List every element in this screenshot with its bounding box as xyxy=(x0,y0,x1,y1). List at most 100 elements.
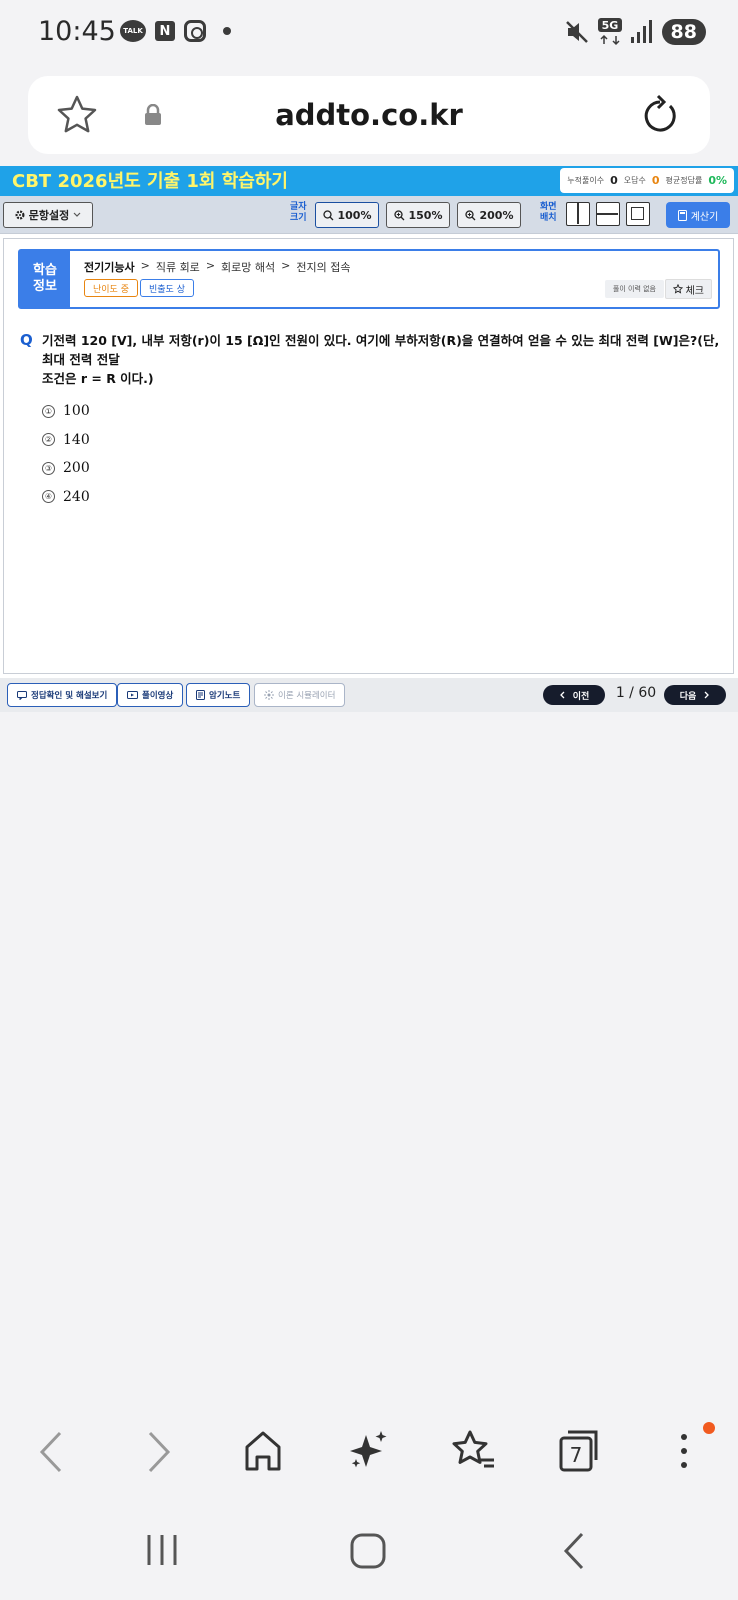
study-info-label-1: 학습 xyxy=(33,263,57,278)
avg-label: 평균정답률 xyxy=(665,176,703,185)
prev-button[interactable]: 이전 xyxy=(543,685,605,705)
solution-video-button[interactable]: 풀이영상 xyxy=(117,683,184,707)
zoom-150-label: 150% xyxy=(408,208,443,222)
check-button[interactable]: 체크 xyxy=(664,279,712,299)
star-icon xyxy=(672,284,683,294)
system-nav-bar xyxy=(0,1505,738,1600)
zoom-in-icon xyxy=(464,209,475,220)
question-settings-button[interactable]: 문항설정 xyxy=(3,202,93,228)
notification-dot-icon xyxy=(703,1422,715,1434)
video-label: 풀이영상 xyxy=(142,691,174,701)
breadcrumb-separator: > xyxy=(140,259,150,272)
page-counter: 1 / 60 xyxy=(615,685,657,701)
comment-icon xyxy=(17,690,27,700)
signal-icon xyxy=(630,20,652,43)
choice-4[interactable]: ④ 240 xyxy=(42,483,90,512)
avg-value: 0% xyxy=(708,174,727,187)
prev-label: 이전 xyxy=(572,691,590,702)
video-icon xyxy=(127,690,138,699)
difficulty-tag: 난이도 중 xyxy=(84,279,138,297)
choice-1[interactable]: ① 100 xyxy=(42,397,90,426)
breadcrumb-separator: > xyxy=(205,259,216,272)
calculator-icon xyxy=(677,209,687,221)
cumulative-value: 0 xyxy=(610,174,618,187)
question-panel: 학습 정보 전기기능사 > 직류 회로 > 회로망 해석 > 전지의 접속 난이도… xyxy=(3,238,734,674)
system-back-icon[interactable] xyxy=(562,1531,586,1571)
frequency-tag: 빈출도 상 xyxy=(140,279,194,297)
simulator-label: 이론 시뮬레이터 xyxy=(278,691,336,701)
network-label: 5G xyxy=(601,19,618,32)
answer-explanation-button[interactable]: 정답확인 및 해설보기 xyxy=(7,683,118,707)
url-bar[interactable]: addto.co.kr xyxy=(28,76,710,154)
battery-indicator: 88 xyxy=(661,19,706,45)
notification-icons: TALK N xyxy=(120,20,231,42)
choice-number: ① xyxy=(42,404,55,418)
bottom-action-bar: 정답확인 및 해설보기 풀이영상 암기노트 이론 시뮬레이터 이전 1 / 60… xyxy=(0,678,738,712)
wrong-label: 오답수 xyxy=(623,176,646,185)
home-button-icon[interactable] xyxy=(350,1533,386,1569)
kakaotalk-icon: TALK xyxy=(120,20,146,42)
choice-number: ④ xyxy=(42,490,55,504)
status-bar: 10:45 TALK N 5G 88 xyxy=(0,0,738,68)
answer-label: 정답확인 및 해설보기 xyxy=(31,691,108,701)
reload-icon[interactable] xyxy=(640,94,680,136)
question-line-2: 조건은 r = R 이다.) xyxy=(42,371,154,386)
toolbar: 문항설정 글자 크기 100% 150% 200% 화면 배치 계산기 xyxy=(0,196,738,234)
study-info-box: 학습 정보 전기기능사 > 직류 회로 > 회로망 해석 > 전지의 접속 난이도… xyxy=(18,249,720,309)
font-size-label-1: 글자 xyxy=(290,202,307,212)
bookmarks-icon[interactable] xyxy=(452,1429,496,1473)
choice-2[interactable]: ② 140 xyxy=(42,426,90,455)
status-time: 10:45 xyxy=(38,16,116,47)
tabs-count: 7 xyxy=(570,1443,583,1467)
url-text[interactable]: addto.co.kr xyxy=(28,98,710,132)
tabs-icon[interactable]: 7 xyxy=(558,1429,600,1473)
instagram-icon xyxy=(184,20,206,42)
system-icons: 5G 88 xyxy=(564,18,706,46)
mute-icon xyxy=(565,21,588,43)
browser-bottom-nav: 7 xyxy=(0,1405,738,1505)
question-text: Q 기전력 120 [V], 내부 저항(r)이 15 [Ω]인 전원이 있다.… xyxy=(20,331,720,388)
cbt-page: CBT 2026년도 기출 1회 학습하기 누적풀이수 0 오답수 0 평균정답… xyxy=(0,166,738,712)
forward-arrow-icon[interactable] xyxy=(144,1429,174,1475)
chevron-right-icon xyxy=(704,691,710,699)
question-marker: Q xyxy=(20,331,33,349)
history-badge: 풀이 이력 없음 xyxy=(604,280,664,298)
zoom-100-button[interactable]: 100% xyxy=(315,202,379,228)
question-line-1: 기전력 120 [V], 내부 저항(r)이 15 [Ω]인 전원이 있다. 여… xyxy=(42,333,720,367)
simulator-icon xyxy=(264,690,274,700)
page-title: CBT 2026년도 기출 1회 학습하기 xyxy=(12,171,288,192)
theory-simulator-button[interactable]: 이론 시뮬레이터 xyxy=(254,683,346,707)
calculator-label: 계산기 xyxy=(690,211,719,223)
breadcrumb-separator: > xyxy=(281,259,291,272)
home-icon[interactable] xyxy=(244,1429,282,1473)
gear-icon xyxy=(15,210,25,220)
more-menu-icon[interactable] xyxy=(678,1429,690,1473)
recent-apps-icon[interactable] xyxy=(146,1533,178,1567)
choices-list: ① 100 ② 140 ③ 200 ④ 240 xyxy=(42,397,90,511)
calculator-button[interactable]: 계산기 xyxy=(666,202,730,228)
breadcrumb-chapter: 직류 회로 xyxy=(155,261,200,274)
ai-sparkle-icon[interactable] xyxy=(348,1429,388,1473)
more-notifications-dot-icon xyxy=(223,27,231,35)
chevron-down-icon xyxy=(73,212,81,217)
zoom-100-label: 100% xyxy=(337,208,372,222)
stats-box: 누적풀이수 0 오답수 0 평균정답률 0% xyxy=(560,168,734,193)
choice-text: 100 xyxy=(63,403,90,420)
layout-horizontal-split-icon[interactable] xyxy=(596,202,620,226)
font-size-label: 글자 크기 xyxy=(290,202,307,224)
next-button[interactable]: 다음 xyxy=(664,685,726,705)
layout-vertical-split-icon[interactable] xyxy=(566,202,590,226)
layout-single-icon[interactable] xyxy=(626,202,650,226)
zoom-150-button[interactable]: 150% xyxy=(386,202,450,228)
note-label: 암기노트 xyxy=(209,691,241,701)
zoom-200-button[interactable]: 200% xyxy=(457,202,521,228)
choice-3[interactable]: ③ 200 xyxy=(42,454,90,483)
zoom-in-icon xyxy=(393,209,404,220)
back-arrow-icon[interactable] xyxy=(36,1429,66,1475)
layout-label-1: 화면 xyxy=(540,202,557,212)
naver-icon: N xyxy=(155,21,175,41)
layout-label-2: 배치 xyxy=(540,213,557,223)
choice-text: 240 xyxy=(63,488,90,505)
layout-label: 화면 배치 xyxy=(540,202,557,224)
memo-note-button[interactable]: 암기노트 xyxy=(186,683,251,707)
